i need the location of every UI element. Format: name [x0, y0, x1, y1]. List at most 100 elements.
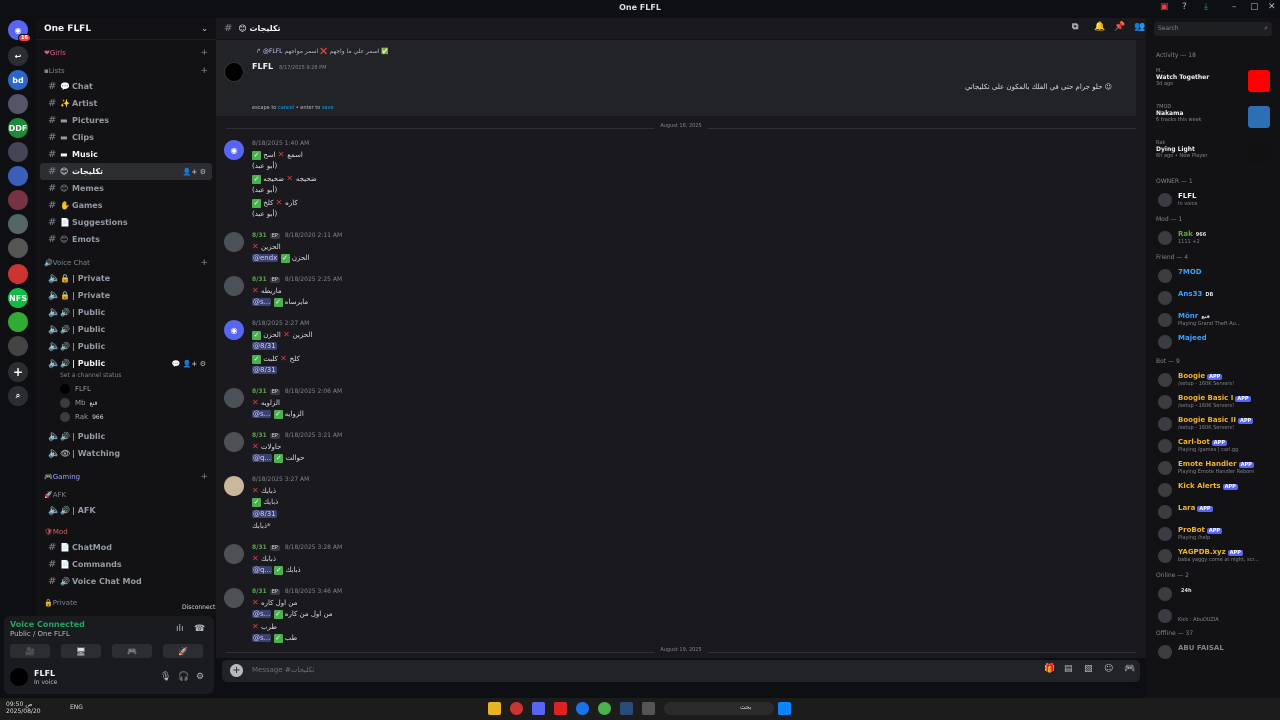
channel-item[interactable]: # 💬 Chat	[40, 78, 212, 95]
noise-suppression-icon[interactable]: ılı	[176, 624, 184, 634]
search-input[interactable]: Search ⌕	[1154, 22, 1272, 36]
server-icon[interactable]	[8, 166, 28, 186]
camera-button[interactable]: 🎥	[10, 644, 50, 658]
user-mention[interactable]: @s...	[252, 410, 272, 418]
member-item[interactable]: Kick Alerts APP	[1154, 480, 1274, 500]
threads-icon[interactable]: ⧉	[1072, 22, 1078, 32]
settings-icon[interactable]: ⚙	[196, 672, 204, 682]
author-name[interactable]: 8/31	[252, 388, 267, 395]
member-item[interactable]: Mönr قنع Playing Grand Theft Au...	[1154, 310, 1274, 330]
channel-item[interactable]: # 😊 Emots	[40, 231, 212, 248]
member-item[interactable]: Lara APP	[1154, 502, 1274, 522]
author-name[interactable]: 8/31	[252, 588, 267, 595]
channel-item[interactable]: # ✋ Games	[40, 197, 212, 214]
member-item[interactable]: Majeed	[1154, 332, 1274, 352]
screen-share-button[interactable]: 🖥	[61, 644, 101, 658]
member-item[interactable]: FLFL In voice	[1154, 190, 1274, 210]
inbox-icon[interactable]: ▣	[1160, 2, 1169, 12]
avatar[interactable]: ◉	[224, 320, 244, 340]
cancel-link[interactable]: cancel	[278, 105, 294, 111]
member-item[interactable]: Boogie Basic I APP/setup - 160K Servers!	[1154, 392, 1274, 412]
author-name[interactable]: 8/31	[252, 432, 267, 439]
channel-item[interactable]: # 📄 Commands	[40, 556, 212, 573]
disconnect-icon[interactable]: ☎	[194, 624, 205, 634]
member-item[interactable]: Rak 966 1111 +2	[1154, 228, 1274, 248]
voice-channel-item-connected[interactable]: 🔈 🔊 | Public 💬 👤+ ⚙	[40, 355, 212, 372]
avatar[interactable]	[224, 432, 244, 452]
server-icon[interactable]: bd	[8, 70, 28, 90]
member-item[interactable]: YAGPDB.xyz APP baba yaggy come at night, s…	[1154, 546, 1274, 566]
category-voice-chat[interactable]: 🔊 Voice Chat +	[36, 256, 216, 270]
user-mention[interactable]: @8/31	[252, 342, 277, 350]
download-icon[interactable]: ⤓	[1204, 2, 1208, 12]
avatar[interactable]: ◉	[224, 140, 244, 160]
microphone-icon[interactable]: 🎙	[160, 672, 171, 682]
help-icon[interactable]: ?	[1182, 2, 1187, 12]
channel-item[interactable]: # 📄 Suggestions	[40, 214, 212, 231]
voice-channel-item[interactable]: 🔈 🔊 | Public	[40, 428, 212, 445]
category-girls[interactable]: ❤ Girls +	[36, 46, 216, 60]
user-mention[interactable]: @s...	[252, 634, 272, 642]
channel-item[interactable]: # 😊 Memes	[40, 180, 212, 197]
author-name[interactable]: 8/31	[252, 276, 267, 283]
author-name[interactable]: 8/31	[252, 232, 267, 239]
user-mention[interactable]: @s...	[252, 298, 272, 306]
minimize-button[interactable]: –	[1232, 2, 1237, 12]
invite-icon[interactable]: 👤+ ⚙	[183, 168, 206, 176]
emoji-icon[interactable]: ☺	[1104, 664, 1113, 674]
windows-start-icon[interactable]	[778, 702, 791, 715]
app-icon[interactable]	[510, 702, 523, 715]
channel-item[interactable]: # ▬ Pictures	[40, 112, 212, 129]
member-item[interactable]: Boogie APP/setup - 160K Servers!	[1154, 370, 1274, 390]
server-icon[interactable]	[8, 264, 28, 284]
user-mention[interactable]: @8/31	[252, 510, 277, 518]
plus-icon[interactable]: +	[200, 258, 208, 268]
message-author[interactable]: FLFL 8/17/2025 9:28 PM	[252, 62, 327, 71]
message-composer[interactable]: + Message #تكليجات 🎁 ▤ ▧ ☺ 🎮	[222, 660, 1140, 682]
taskbar-search[interactable]	[664, 702, 774, 715]
avatar[interactable]	[224, 544, 244, 564]
pin-icon[interactable]: 📌	[1114, 22, 1125, 32]
member-item[interactable]: Boogie Basic II APP/setup - 160K Servers!	[1154, 414, 1274, 434]
channel-item[interactable]: # ✨ Artist	[40, 95, 212, 112]
category-gaming[interactable]: 🎮 Gaming +	[36, 470, 216, 484]
server-icon[interactable]	[8, 312, 28, 332]
gift-icon[interactable]: 🎁	[1044, 664, 1055, 674]
voice-channel-item[interactable]: 🔈 🔒 | Private	[40, 270, 212, 287]
author-name[interactable]: 8/31	[252, 544, 267, 551]
member-item[interactable]: ProBot APP Playing /help	[1154, 524, 1274, 544]
server-icon[interactable]	[8, 336, 28, 356]
category-afk[interactable]: 🚀 AFK	[36, 488, 216, 502]
voice-channel-item[interactable]: 🔈 🔊 | Public	[40, 338, 212, 355]
member-item[interactable]: 7MOD	[1154, 266, 1274, 286]
category-lists[interactable]: ▪ Lists +	[36, 64, 216, 78]
voice-channel-item[interactable]: 🔈 🔊 | Public	[40, 321, 212, 338]
plus-icon[interactable]: +	[200, 66, 208, 76]
avatar[interactable]	[224, 588, 244, 608]
message-input[interactable]: Message #تكليجات	[252, 666, 314, 674]
app-icon[interactable]	[642, 702, 655, 715]
avatar[interactable]	[224, 62, 244, 82]
server-icon[interactable]	[8, 214, 28, 234]
activity-card[interactable]: 7MOD Nakama 6 tracks this week	[1156, 104, 1274, 138]
server-icon[interactable]: ↩	[8, 46, 28, 66]
avatar[interactable]	[10, 668, 28, 686]
discover-button[interactable]: ⌕	[8, 386, 28, 406]
member-item[interactable]: 24h	[1154, 584, 1274, 604]
reply-preview[interactable]: ↱ @FLFL اسمر علي ما واجهم ❌ اسمر مواجهم …	[256, 48, 389, 55]
avatar[interactable]	[224, 276, 244, 296]
user-mention[interactable]: @endx	[252, 254, 279, 262]
headphones-icon[interactable]: 🎧	[178, 672, 189, 682]
close-button[interactable]: ✕	[1268, 2, 1276, 12]
category-mod[interactable]: 🛡 Mod	[36, 525, 216, 539]
plus-icon[interactable]: +	[200, 48, 208, 58]
soundboard-button[interactable]: 🚀	[163, 644, 203, 658]
add-server-button[interactable]: +	[8, 362, 28, 382]
steam-icon[interactable]	[620, 702, 633, 715]
member-item[interactable]: Ans33 DB	[1154, 288, 1274, 308]
voice-status[interactable]: Voice Connected	[10, 620, 85, 629]
language-indicator[interactable]: ENG	[70, 704, 83, 711]
avatar[interactable]	[224, 388, 244, 408]
member-item[interactable]: Carl-bot APP Playing /games | carl.gg	[1154, 436, 1274, 456]
voice-channel-item[interactable]: # 🔊 Voice Chat Mod	[40, 573, 212, 590]
